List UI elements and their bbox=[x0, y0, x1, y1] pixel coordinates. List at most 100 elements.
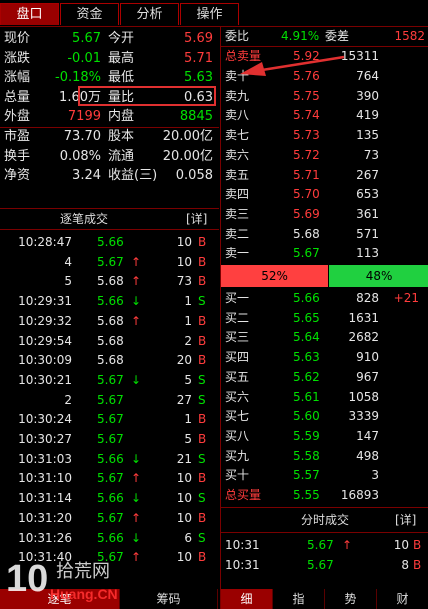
tab-3[interactable]: 操作 bbox=[180, 3, 239, 25]
fenshi-price: 5.67 bbox=[307, 538, 334, 552]
tick-price: 5.66 bbox=[97, 451, 124, 466]
ask-volume: 390 bbox=[356, 88, 379, 103]
table-row: 10:30:24 5.67 1 B bbox=[0, 410, 219, 430]
tick-side: B bbox=[198, 235, 207, 249]
stat-value: 8845 bbox=[179, 109, 213, 125]
table-row: 10:31:26 5.66 ↓ 6 S bbox=[0, 529, 219, 549]
tick-time: 10:30:27 bbox=[18, 432, 72, 446]
table-row: 10:31:10 5.67 ↑ 10 B bbox=[0, 469, 219, 489]
tick-volume: 5 bbox=[184, 372, 192, 387]
tick-side: B bbox=[198, 353, 207, 368]
bid-change: +21 bbox=[393, 291, 419, 305]
bid-label: 买八 bbox=[225, 428, 250, 443]
bid-price: 5.58 bbox=[293, 448, 320, 463]
up-arrow-icon: ↑ bbox=[131, 510, 142, 525]
tab-2[interactable]: 分析 bbox=[120, 3, 179, 25]
tick-volume: 1 bbox=[184, 313, 192, 328]
watermark-logo: 10 拾荒网 Huang.CN bbox=[6, 553, 156, 605]
ask-price: 5.68 bbox=[293, 226, 320, 241]
tab-1[interactable]: 资金 bbox=[60, 3, 119, 25]
stat-row: 换手 0.08% 流通 20.00亿 bbox=[0, 147, 219, 167]
bid-row: 买五 5.62 967 bbox=[221, 368, 428, 388]
total-sell-volume: 15311 bbox=[340, 49, 379, 63]
bid-volume: 2682 bbox=[348, 330, 379, 345]
tab-0[interactable]: 盘口 bbox=[0, 3, 59, 25]
weicha-label: 委差 bbox=[325, 29, 350, 43]
tick-volume: 27 bbox=[176, 392, 192, 407]
right-bottom-tab-0[interactable]: 细 bbox=[221, 589, 273, 609]
table-row: 10:30:27 5.67 5 B bbox=[0, 430, 219, 450]
ask-label: 卖八 bbox=[225, 108, 250, 123]
fenshi-detail-link[interactable]: [详] bbox=[395, 510, 416, 530]
stat-label: 外盘 bbox=[4, 109, 31, 125]
tick-time: 10:31:26 bbox=[18, 530, 72, 545]
tick-price: 5.67 bbox=[97, 372, 124, 387]
tick-volume: 10 bbox=[176, 254, 192, 269]
table-row: 10:31:20 5.67 ↑ 10 B bbox=[0, 509, 219, 529]
table-row: 10:31:14 5.66 ↓ 10 S bbox=[0, 489, 219, 509]
stat-value: 5.71 bbox=[184, 50, 213, 66]
weibi-value: 4.91% bbox=[281, 29, 320, 43]
ask-price: 5.76 bbox=[293, 69, 320, 83]
tick-price: 5.66 bbox=[97, 235, 124, 249]
bid-label: 买九 bbox=[225, 448, 250, 463]
ask-volume: 653 bbox=[356, 187, 379, 202]
ask-row: 卖八 5.74 419 bbox=[221, 106, 428, 126]
stat-label: 流通 bbox=[108, 148, 135, 164]
ask-row: 卖三 5.69 361 bbox=[221, 205, 428, 225]
tick-volume: 10 bbox=[176, 471, 192, 486]
fenshi-price: 5.67 bbox=[307, 558, 334, 572]
stat-value: 73.70 bbox=[63, 129, 101, 144]
divider bbox=[0, 229, 219, 230]
weibi-label: 委比 bbox=[225, 29, 250, 43]
stat-value: 0.058 bbox=[175, 168, 213, 184]
weicha-value: 1582 bbox=[394, 29, 425, 43]
right-bottom-tab-2[interactable]: 势 bbox=[325, 589, 377, 609]
tick-time: 10:31:14 bbox=[18, 491, 72, 506]
bid-price: 5.60 bbox=[293, 409, 320, 424]
stat-label: 换手 bbox=[4, 148, 31, 164]
bid-volume: 3339 bbox=[348, 409, 379, 424]
stat-row: 外盘 7199 内盘 8845 bbox=[0, 107, 219, 127]
stat-value: 5.69 bbox=[184, 31, 213, 46]
tick-time: 10:30:24 bbox=[18, 412, 72, 427]
bid-volume: 828 bbox=[356, 291, 379, 305]
right-panel: 委比 4.91% 委差 1582 总卖量 5.92 15311 卖十 5.76 76… bbox=[220, 27, 428, 609]
bid-volume: 3 bbox=[371, 468, 379, 483]
tick-volume: 21 bbox=[176, 451, 192, 466]
bid-label: 买十 bbox=[225, 468, 250, 483]
ask-label: 卖九 bbox=[225, 88, 250, 103]
table-row: 4 5.67 ↑ 10 B bbox=[0, 253, 219, 273]
right-bottom-tab-1[interactable]: 指 bbox=[273, 589, 325, 609]
ask-label: 卖七 bbox=[225, 128, 250, 143]
ask-price: 5.71 bbox=[293, 167, 320, 182]
up-arrow-icon: ↑ bbox=[131, 313, 142, 328]
stat-value: -0.01 bbox=[67, 50, 101, 66]
tick-side: B bbox=[198, 333, 207, 348]
bid-label: 买六 bbox=[225, 389, 250, 404]
tick-side: B bbox=[198, 254, 207, 269]
bid-volume: 498 bbox=[356, 448, 379, 463]
watermark-num: 10 bbox=[6, 558, 48, 600]
buy-ratio-label: 48% bbox=[365, 269, 393, 283]
stat-label: 今开 bbox=[108, 31, 135, 46]
table-row: 10:29:32 5.68 ↑ 1 B bbox=[0, 312, 219, 332]
ask-label: 卖五 bbox=[225, 167, 250, 182]
right-bottom-tab-3[interactable]: 财 bbox=[377, 589, 428, 609]
total-sell-price: 5.92 bbox=[293, 49, 320, 63]
weibi-row: 委比 4.91% 委差 1582 bbox=[221, 27, 428, 47]
tick-time: 10:30:21 bbox=[18, 372, 72, 387]
down-arrow-icon: ↓ bbox=[131, 294, 142, 309]
tick-side: S bbox=[198, 530, 206, 545]
fenshi-side: B bbox=[413, 558, 422, 572]
tick-volume: 1 bbox=[184, 294, 192, 309]
watermark-brand: 拾荒网 bbox=[56, 561, 110, 582]
stat-row: 净资 3.24 收益(三) 0.058 bbox=[0, 166, 219, 186]
watermark-url: Huang.CN bbox=[50, 586, 118, 602]
ask-price: 5.69 bbox=[293, 206, 320, 221]
stat-value: 7199 bbox=[67, 109, 101, 125]
bid-row: 买七 5.60 3339 bbox=[221, 407, 428, 427]
tick-side: S bbox=[198, 451, 206, 466]
ticks-detail-link[interactable]: [详] bbox=[186, 209, 207, 229]
tick-time: 4 bbox=[64, 254, 72, 269]
